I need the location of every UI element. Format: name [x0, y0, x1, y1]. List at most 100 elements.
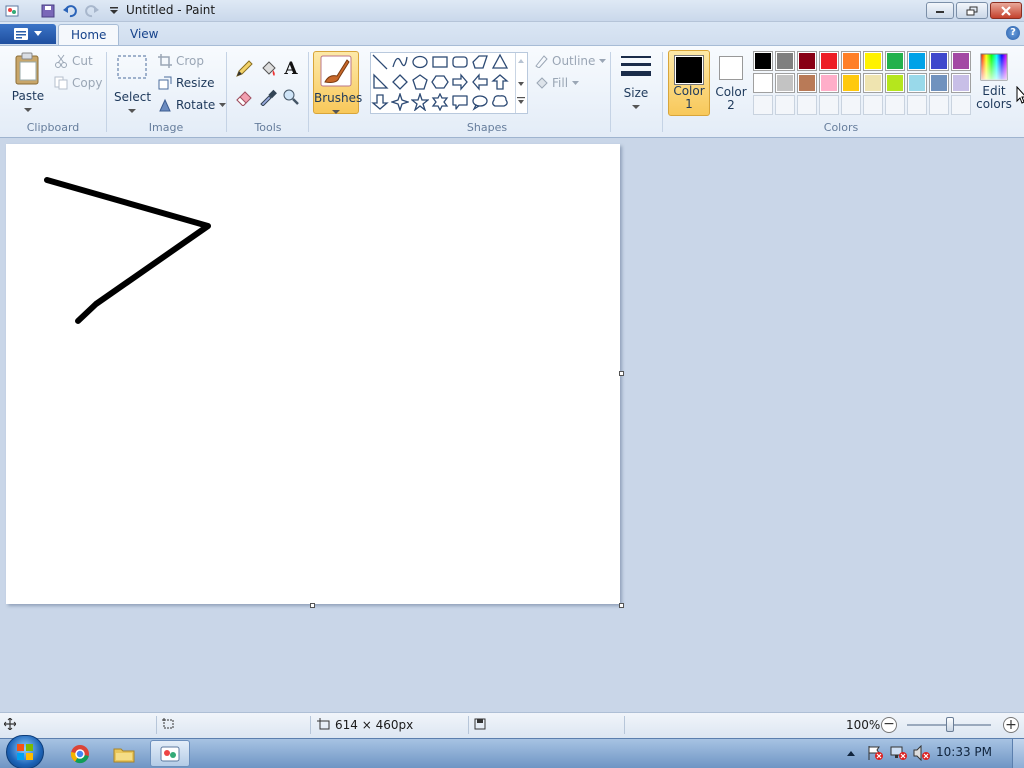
resize-handle-corner[interactable]: [619, 603, 624, 608]
polygon-shape-icon[interactable]: [471, 53, 489, 71]
custom-color-slot[interactable]: [885, 95, 905, 115]
oval-shape-icon[interactable]: [411, 53, 429, 71]
palette-color-swatch[interactable]: [797, 73, 817, 93]
five-point-star-shape-icon[interactable]: [411, 93, 429, 111]
select-button[interactable]: Select: [114, 53, 151, 115]
rectangle-shape-icon[interactable]: [431, 53, 449, 71]
edit-colors-button[interactable]: Edit colors: [976, 52, 1012, 116]
palette-color-swatch[interactable]: [753, 51, 773, 71]
palette-color-swatch[interactable]: [819, 73, 839, 93]
tab-home[interactable]: Home: [58, 24, 120, 45]
pencil-icon[interactable]: [233, 59, 255, 79]
show-desktop-button[interactable]: [1012, 739, 1024, 768]
custom-color-slot[interactable]: [797, 95, 817, 115]
help-icon[interactable]: ?: [1006, 26, 1020, 40]
rotate-button[interactable]: Rotate: [158, 95, 227, 115]
paint-menu-button[interactable]: [0, 24, 56, 44]
zoom-out-button[interactable]: −: [881, 717, 897, 733]
custom-color-slot[interactable]: [929, 95, 949, 115]
taskbar-chrome[interactable]: [60, 740, 100, 767]
eraser-icon[interactable]: [233, 87, 255, 107]
palette-color-swatch[interactable]: [841, 73, 861, 93]
magnifier-icon[interactable]: [280, 87, 302, 107]
taskbar-clock[interactable]: 10:33 PM: [936, 745, 992, 759]
curve-shape-icon[interactable]: [391, 53, 409, 71]
palette-color-swatch[interactable]: [863, 73, 883, 93]
text-icon[interactable]: A: [280, 59, 302, 79]
show-hidden-icons[interactable]: [846, 747, 856, 760]
save-icon[interactable]: [40, 3, 56, 19]
hexagon-shape-icon[interactable]: [431, 73, 449, 91]
crop-button[interactable]: Crop: [158, 51, 204, 71]
brushes-button[interactable]: Brushes: [313, 51, 362, 114]
copy-button[interactable]: Copy: [54, 73, 102, 93]
cut-button[interactable]: Cut: [54, 51, 93, 71]
palette-color-swatch[interactable]: [775, 73, 795, 93]
color-picker-icon[interactable]: [257, 87, 279, 107]
volume-muted-icon[interactable]: [913, 744, 931, 764]
custom-color-slot[interactable]: [951, 95, 971, 115]
tab-view[interactable]: View: [118, 24, 170, 45]
outline-button[interactable]: Outline: [534, 51, 607, 71]
palette-color-swatch[interactable]: [797, 51, 817, 71]
start-button[interactable]: [6, 735, 44, 768]
zoom-in-button[interactable]: +: [1003, 717, 1019, 733]
close-button[interactable]: [990, 2, 1022, 19]
line-shape-icon[interactable]: [371, 53, 389, 71]
color1-button[interactable]: Color 1: [668, 50, 710, 116]
redo-icon[interactable]: [84, 3, 100, 19]
palette-color-swatch[interactable]: [929, 73, 949, 93]
palette-color-swatch[interactable]: [819, 51, 839, 71]
six-point-star-shape-icon[interactable]: [431, 93, 449, 111]
undo-icon[interactable]: [62, 3, 78, 19]
custom-color-slot[interactable]: [841, 95, 861, 115]
fill-button[interactable]: Fill: [534, 73, 580, 93]
size-button[interactable]: Size: [617, 53, 655, 113]
palette-color-swatch[interactable]: [951, 73, 971, 93]
four-point-star-shape-icon[interactable]: [391, 93, 409, 111]
network-icon[interactable]: [890, 745, 908, 764]
rounded-rectangle-shape-icon[interactable]: [451, 53, 469, 71]
paint-app-icon[interactable]: [4, 3, 20, 19]
resize-handle-bottom[interactable]: [310, 603, 315, 608]
taskbar-explorer[interactable]: [104, 740, 144, 767]
diamond-shape-icon[interactable]: [391, 73, 409, 91]
resize-handle-right[interactable]: [619, 371, 624, 376]
custom-color-slot[interactable]: [863, 95, 883, 115]
right-arrow-shape-icon[interactable]: [451, 73, 469, 91]
palette-color-swatch[interactable]: [907, 51, 927, 71]
fill-icon[interactable]: [257, 59, 279, 79]
pentagon-shape-icon[interactable]: [411, 73, 429, 91]
left-arrow-shape-icon[interactable]: [471, 73, 489, 91]
taskbar-paint[interactable]: [150, 740, 190, 767]
triangle-shape-icon[interactable]: [491, 53, 509, 71]
resize-button[interactable]: Resize: [158, 73, 214, 93]
zoom-slider-thumb[interactable]: [946, 717, 954, 732]
minimize-button[interactable]: [926, 2, 954, 19]
custom-color-slot[interactable]: [819, 95, 839, 115]
restore-button[interactable]: [956, 2, 988, 19]
paste-button[interactable]: Paste: [8, 52, 48, 114]
palette-color-swatch[interactable]: [863, 51, 883, 71]
shapes-scrollbar[interactable]: [515, 53, 527, 113]
palette-color-swatch[interactable]: [885, 73, 905, 93]
up-arrow-shape-icon[interactable]: [491, 73, 509, 91]
customize-qat-icon[interactable]: [106, 3, 122, 19]
custom-color-slot[interactable]: [753, 95, 773, 115]
palette-color-swatch[interactable]: [907, 73, 927, 93]
right-triangle-shape-icon[interactable]: [371, 73, 389, 91]
palette-color-swatch[interactable]: [753, 73, 773, 93]
action-center-icon[interactable]: [866, 745, 884, 764]
cloud-callout-shape-icon[interactable]: [491, 93, 509, 111]
palette-color-swatch[interactable]: [951, 51, 971, 71]
palette-color-swatch[interactable]: [885, 51, 905, 71]
drawing-canvas[interactable]: [6, 144, 620, 604]
oval-callout-shape-icon[interactable]: [471, 93, 489, 111]
palette-color-swatch[interactable]: [775, 51, 795, 71]
custom-color-slot[interactable]: [775, 95, 795, 115]
custom-color-slot[interactable]: [907, 95, 927, 115]
down-arrow-shape-icon[interactable]: [371, 93, 389, 111]
color2-button[interactable]: Color 2: [714, 50, 748, 116]
rounded-callout-shape-icon[interactable]: [451, 93, 469, 111]
palette-color-swatch[interactable]: [841, 51, 861, 71]
